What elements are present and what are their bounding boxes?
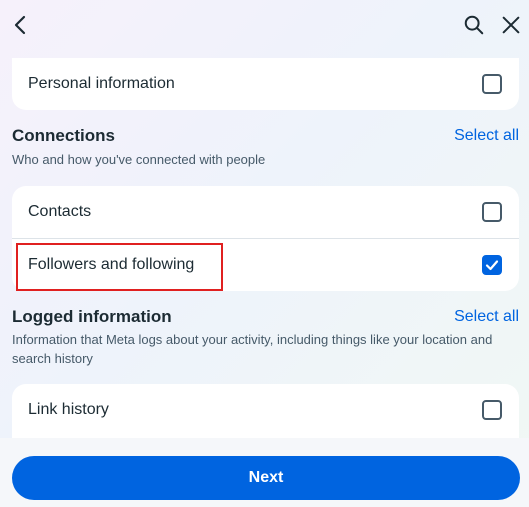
close-icon [502, 16, 520, 34]
row-label: Personal information [28, 75, 175, 92]
connections-select-all-link[interactable]: Select all [430, 127, 519, 145]
row-label: Link history [28, 401, 109, 418]
search-button[interactable] [461, 12, 487, 38]
top-bar [0, 0, 529, 52]
logged-information-description: Information that Meta logs about your ac… [12, 332, 493, 366]
footer: Next [0, 438, 529, 507]
connections-title: Connections [12, 126, 115, 145]
row-personal-information[interactable]: Personal information [12, 58, 519, 110]
personal-card: Personal information [12, 58, 519, 110]
search-icon [464, 15, 484, 35]
row-contacts[interactable]: Contacts [12, 186, 519, 238]
checkbox-link-history[interactable] [482, 400, 502, 420]
checkbox-personal-information[interactable] [482, 74, 502, 94]
logged-information-title: Logged information [12, 307, 172, 326]
checkbox-followers-and-following[interactable] [482, 255, 502, 275]
logged-card: Link history [12, 384, 519, 440]
highlight-box [16, 243, 223, 291]
next-button[interactable]: Next [12, 456, 520, 500]
row-label: Contacts [28, 203, 92, 220]
chevron-left-icon [14, 15, 26, 35]
checkbox-contacts[interactable] [482, 202, 502, 222]
connections-description: Who and how you've connected with people [12, 152, 266, 167]
close-button[interactable] [498, 12, 524, 38]
row-link-history[interactable]: Link history [12, 384, 519, 436]
checkmark-icon [485, 260, 499, 271]
logged-select-all-link[interactable]: Select all [430, 308, 519, 326]
back-button[interactable] [8, 12, 34, 38]
